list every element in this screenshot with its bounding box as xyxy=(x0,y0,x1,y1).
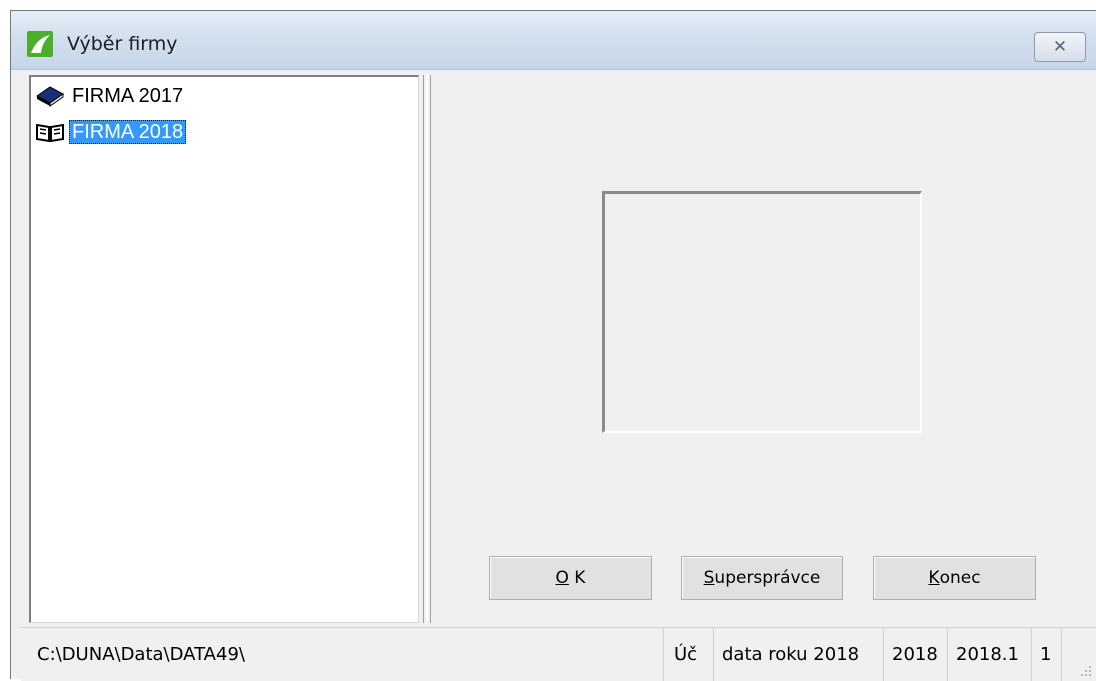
app-logo-icon xyxy=(27,31,53,57)
tree-item-label: FIRMA 2017 xyxy=(72,85,184,107)
tree-item-firma-2017[interactable]: FIRMA 2017 xyxy=(35,83,186,109)
status-number: 1 xyxy=(1031,628,1061,681)
status-bar: C:\DUNA\Data\DATA49\ Úč data roku 2018 2… xyxy=(21,627,1096,681)
superspravce-button[interactable]: Supersprávce xyxy=(681,556,843,600)
tree-item-label: FIRMA 2018 xyxy=(69,120,187,144)
title-bar[interactable]: Výběr firmy ✕ xyxy=(11,11,1096,70)
closed-book-icon xyxy=(35,83,69,109)
tree-item-firma-2018[interactable]: FIRMA 2018 xyxy=(35,119,187,145)
konec-button-mnemonic: K xyxy=(928,568,940,588)
panel-splitter[interactable] xyxy=(423,75,431,623)
company-tree[interactable]: FIRMA 2017 FIRMA 2018 xyxy=(29,75,419,623)
ok-button-mnemonic: O xyxy=(555,568,569,588)
status-version: 2018.1 xyxy=(947,628,1031,681)
company-selection-window: Výběr firmy ✕ FIRMA 2017 FIRMA 2018 O K … xyxy=(10,10,1096,681)
window-title: Výběr firmy xyxy=(67,33,178,55)
konec-button[interactable]: Konec xyxy=(873,556,1036,600)
konec-button-label: onec xyxy=(939,568,981,588)
close-button[interactable]: ✕ xyxy=(1034,32,1086,62)
status-type: Úč xyxy=(663,628,713,681)
status-path: C:\DUNA\Data\DATA49\ xyxy=(37,644,245,665)
superspravce-button-mnemonic: S xyxy=(703,568,715,588)
status-description: data roku 2018 xyxy=(713,628,883,681)
close-icon: ✕ xyxy=(1052,37,1068,57)
ok-button-label: K xyxy=(568,568,586,588)
superspravce-button-label: upersprávce xyxy=(714,568,821,588)
resize-grip-icon[interactable] xyxy=(1078,663,1092,677)
ok-button[interactable]: O K xyxy=(489,556,652,600)
open-book-icon xyxy=(35,119,69,145)
status-year: 2018 xyxy=(883,628,947,681)
company-logo-frame xyxy=(602,191,922,433)
